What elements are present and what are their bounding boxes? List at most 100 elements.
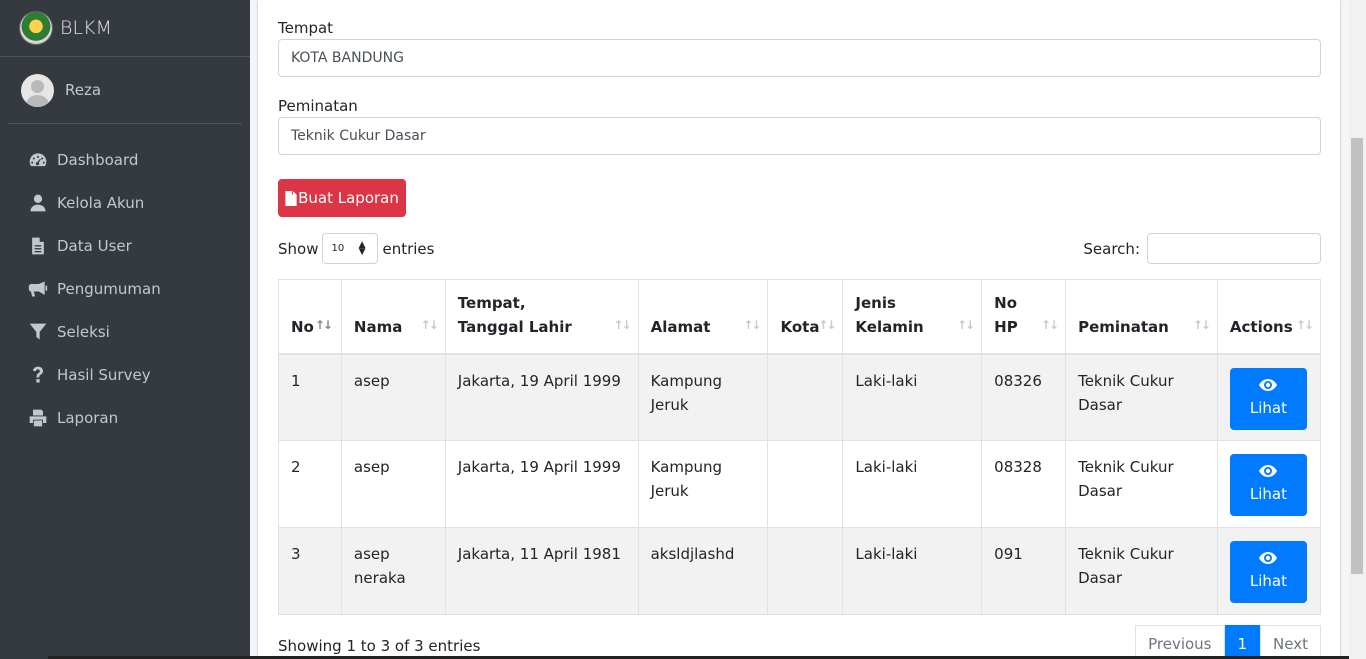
- show-label: Show: [278, 239, 319, 258]
- cell-alamat: aksldjlashd: [637, 527, 769, 615]
- column-header-label: Jenis Kelamin: [855, 293, 924, 336]
- table-row: 1 asep Jakarta, 19 April 1999 Kampung Je…: [278, 353, 1322, 441]
- cell-ttl: Jakarta, 19 April 1999: [444, 353, 639, 441]
- report-card: Tempat KOTA BANDUNG Peminatan Teknik Cuk…: [258, 0, 1340, 659]
- column-header-actions[interactable]: Actions ↑↓: [1216, 279, 1322, 355]
- cell-no-hp: 08328: [981, 440, 1067, 528]
- sidebar-item-seleksi[interactable]: Seleksi: [8, 310, 242, 353]
- sort-icon: ↑↓: [613, 317, 631, 332]
- sort-icon: ↑↓: [743, 317, 761, 332]
- cell-kota: [767, 527, 844, 615]
- cell-peminatan: Teknik Cukur Dasar: [1065, 353, 1218, 441]
- eye-icon: [1259, 552, 1278, 564]
- filter-icon: [27, 322, 49, 342]
- cell-no: 1: [278, 353, 342, 441]
- sidebar-item-label: Laporan: [57, 408, 119, 427]
- cell-actions: Lihat: [1216, 440, 1322, 528]
- sidebar-item-dashboard[interactable]: Dashboard: [8, 138, 242, 181]
- sidebar-item-label: Seleksi: [57, 322, 110, 341]
- sidebar-item-hasil-survey[interactable]: Hasil Survey: [8, 353, 242, 396]
- table-header-row: No ↑↓ Nama ↑↓ Tempat, Tanggal Lahir ↑↓ Alam…: [278, 279, 1322, 355]
- column-header-alamat[interactable]: Alamat ↑↓: [637, 279, 769, 355]
- sidebar-item-label: Kelola Akun: [57, 193, 145, 212]
- cell-jenis-kelamin: Laki-laki: [842, 527, 983, 615]
- sidebar-nav: Dashboard Kelola Akun Data User Pengumum…: [0, 138, 250, 439]
- cell-jenis-kelamin: Laki-laki: [842, 353, 983, 441]
- table-row: 2 asep Jakarta, 19 April 1999 Kampung Je…: [278, 440, 1322, 528]
- column-header-jenis-kelamin[interactable]: Jenis Kelamin ↑↓: [842, 279, 983, 355]
- column-header-label: Actions: [1229, 317, 1293, 336]
- cell-actions: Lihat: [1216, 353, 1322, 441]
- sidebar-item-data-user[interactable]: Data User: [8, 224, 242, 267]
- column-header-nama[interactable]: Nama ↑↓: [340, 279, 446, 355]
- peminatan-field[interactable]: Teknik Cukur Dasar: [278, 117, 1321, 155]
- sidebar-item-pengumuman[interactable]: Pengumuman: [8, 267, 242, 310]
- sort-icon: ↑↓: [1295, 317, 1314, 332]
- tempat-label: Tempat: [278, 19, 334, 37]
- buat-laporan-button[interactable]: Buat Laporan: [278, 179, 406, 217]
- eye-icon: [1259, 378, 1278, 391]
- question-icon: [27, 365, 49, 385]
- cell-nama: asep: [340, 353, 446, 441]
- buat-laporan-label: Buat Laporan: [298, 189, 399, 207]
- print-icon: [27, 408, 49, 428]
- entries-label: entries: [382, 239, 435, 258]
- column-header-kota[interactable]: Kota ↑↓: [767, 279, 844, 355]
- lihat-label: Lihat: [1249, 572, 1287, 590]
- search-input[interactable]: [1147, 233, 1321, 264]
- search-label: Search:: [1083, 239, 1140, 258]
- sidebar: BLKM Reza Dashboard Kelola Akun Data Use…: [0, 0, 250, 659]
- sort-icon: ↑↓: [818, 317, 836, 332]
- sort-icon: ↑↓: [420, 317, 439, 332]
- pagination-page[interactable]: 1: [1224, 625, 1261, 659]
- pagination-next[interactable]: Next: [1260, 625, 1321, 659]
- cell-ttl: Jakarta, 11 April 1981: [444, 527, 639, 615]
- lihat-button[interactable]: Lihat: [1229, 541, 1307, 603]
- column-header-label: Tempat, Tanggal Lahir: [457, 293, 572, 336]
- cell-kota: [767, 353, 844, 441]
- pagination-previous[interactable]: Previous: [1135, 625, 1225, 659]
- cell-no: 3: [278, 527, 342, 615]
- sidebar-item-label: Dashboard: [57, 150, 139, 169]
- select-caret-icon: ▲ ▼: [358, 240, 366, 257]
- sidebar-item-label: Hasil Survey: [57, 365, 151, 384]
- column-header-no[interactable]: No ↑↓: [278, 279, 342, 355]
- lihat-button[interactable]: Lihat: [1229, 454, 1307, 516]
- column-header-ttl[interactable]: Tempat, Tanggal Lahir ↑↓: [444, 279, 639, 355]
- entries-length-control: Show 10 ▲ ▼ entries: [278, 233, 434, 264]
- data-table: No ↑↓ Nama ↑↓ Tempat, Tanggal Lahir ↑↓ Alam…: [278, 279, 1322, 615]
- table-search: Search:: [1083, 233, 1321, 264]
- entries-select[interactable]: 10 ▲ ▼: [322, 233, 379, 264]
- user-icon: [27, 193, 49, 213]
- entries-select-value: 10: [331, 243, 345, 254]
- cell-alamat: Kampung Jeruk: [637, 353, 769, 441]
- cell-nama: asep neraka: [340, 527, 446, 615]
- cell-peminatan: Teknik Cukur Dasar: [1065, 527, 1218, 615]
- sidebar-item-laporan[interactable]: Laporan: [8, 396, 242, 439]
- scrollbar-thumb[interactable]: [1351, 138, 1363, 574]
- lihat-button[interactable]: Lihat: [1229, 367, 1307, 430]
- lihat-label: Lihat: [1249, 398, 1287, 417]
- cell-ttl: Jakarta, 19 April 1999: [444, 440, 639, 528]
- user-panel[interactable]: Reza: [8, 57, 242, 124]
- tempat-field[interactable]: KOTA BANDUNG: [278, 39, 1321, 77]
- sidebar-item-kelola-akun[interactable]: Kelola Akun: [8, 181, 242, 224]
- sort-icon: ↑↓: [1040, 317, 1059, 332]
- cell-alamat: Kampung Jeruk: [637, 440, 769, 528]
- main-content: Tempat KOTA BANDUNG Peminatan Teknik Cuk…: [250, 0, 1340, 659]
- cell-actions: Lihat: [1216, 527, 1322, 615]
- column-header-label: No: [291, 317, 314, 336]
- page-scrollbar[interactable]: [1349, 0, 1366, 659]
- table-row: 3 asep neraka Jakarta, 11 April 1981 aks…: [278, 527, 1322, 615]
- pagination: Previous 1 Next: [1135, 625, 1321, 659]
- column-header-label: Nama: [353, 317, 403, 336]
- column-header-no-hp[interactable]: No HP ↑↓: [981, 279, 1067, 355]
- user-name: Reza: [65, 81, 102, 99]
- brand-link[interactable]: BLKM: [0, 0, 250, 57]
- cell-jenis-kelamin: Laki-laki: [842, 440, 983, 528]
- column-header-peminatan[interactable]: Peminatan ↑↓: [1065, 279, 1218, 355]
- sort-icon: ↑↓: [957, 317, 975, 332]
- lihat-label: Lihat: [1249, 485, 1287, 503]
- table-info: Showing 1 to 3 of 3 entries: [278, 637, 481, 655]
- file-icon: [285, 190, 297, 206]
